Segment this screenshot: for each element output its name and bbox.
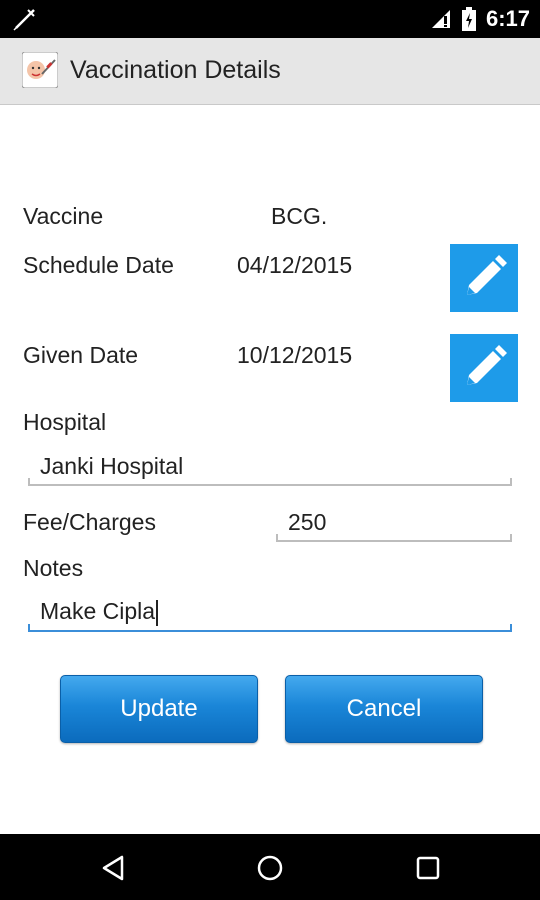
hospital-label: Hospital xyxy=(23,409,107,435)
pencil-icon xyxy=(467,255,507,295)
hospital-input-tick-right xyxy=(510,478,512,486)
text-cursor xyxy=(156,599,159,626)
notes-label: Notes xyxy=(23,555,84,581)
status-time: 6:17 xyxy=(485,6,530,31)
edit-given-date-button[interactable] xyxy=(450,334,518,402)
recents-icon[interactable] xyxy=(414,854,442,882)
update-button[interactable]: Update xyxy=(60,675,258,743)
vaccine-value: BCG. xyxy=(271,203,328,229)
signal-icon xyxy=(431,10,450,28)
back-icon[interactable] xyxy=(100,854,128,882)
edit-schedule-date-button[interactable] xyxy=(450,244,518,312)
notes-input-tick-right xyxy=(510,624,512,632)
fee-label: Fee/Charges xyxy=(23,509,156,535)
fee-input-tick-left xyxy=(276,534,278,542)
notes-input-underline xyxy=(28,630,512,632)
pencil-icon xyxy=(467,345,507,385)
fee-input-underline xyxy=(276,540,512,542)
status-bar: 6:17 xyxy=(0,0,540,38)
fee-input-tick-right xyxy=(510,534,512,542)
hospital-input-value: Janki Hospital xyxy=(40,453,184,479)
vaccine-label: Vaccine xyxy=(23,203,104,229)
schedule-date-label: Schedule Date xyxy=(23,252,174,278)
navigation-bar xyxy=(0,834,540,900)
notes-input-text: Make Cipla xyxy=(40,598,159,626)
hospital-input-tick-left xyxy=(28,478,30,486)
baby-vaccine-icon xyxy=(22,52,58,88)
home-icon[interactable] xyxy=(256,854,284,882)
cancel-button[interactable]: Cancel xyxy=(285,675,483,743)
app-bar: Vaccination Details xyxy=(0,38,540,105)
fee-input-value: 250 xyxy=(288,509,327,535)
schedule-date-value: 04/12/2015 xyxy=(237,252,353,278)
battery-icon xyxy=(461,7,476,31)
syringe-icon xyxy=(13,9,35,31)
given-date-value: 10/12/2015 xyxy=(237,342,353,368)
notes-input-value: Make Cipla xyxy=(40,598,156,624)
notes-input-tick-left xyxy=(28,624,30,632)
page-title: Vaccination Details xyxy=(70,56,281,84)
hospital-input-underline xyxy=(28,484,512,486)
given-date-label: Given Date xyxy=(23,342,139,368)
